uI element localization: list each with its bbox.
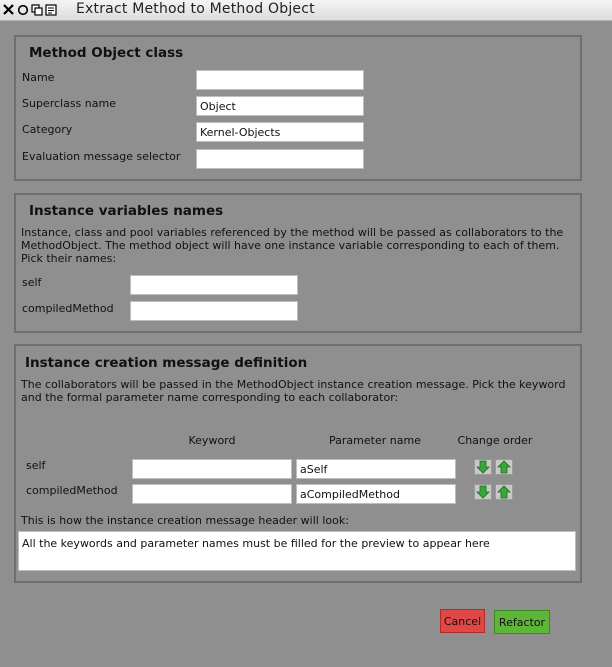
self-variable-label: self — [22, 276, 42, 289]
self-move-down-button[interactable] — [474, 459, 492, 475]
evaluation-selector-label: Evaluation message selector — [22, 150, 181, 163]
evaluation-selector-field[interactable] — [196, 149, 364, 169]
window-titlebar: Extract Method to Method Object — [0, 0, 612, 21]
self-move-up-button[interactable] — [495, 459, 513, 475]
refactor-button[interactable]: Refactor — [494, 610, 550, 634]
close-icon[interactable] — [2, 3, 15, 16]
category-label: Category — [22, 123, 73, 136]
menu-icon[interactable] — [44, 3, 57, 16]
window-controls — [2, 3, 57, 17]
self-row-label: self — [26, 459, 46, 472]
minimize-icon[interactable] — [16, 3, 29, 16]
arrow-up-icon — [497, 485, 511, 499]
keyword-column-header: Keyword — [188, 434, 236, 447]
method-object-class-title: Method Object class — [29, 45, 184, 61]
arrow-down-icon — [476, 485, 490, 499]
preview-label: This is how the instance creation messag… — [21, 514, 349, 527]
self-variable-field[interactable] — [130, 275, 298, 295]
window-title: Extract Method to Method Object — [76, 1, 315, 17]
compiledmethod-move-down-button[interactable] — [474, 484, 492, 500]
arrow-down-icon — [476, 460, 490, 474]
compiledmethod-variable-label: compiledMethod — [22, 302, 114, 315]
superclass-name-field[interactable] — [196, 96, 364, 116]
name-label: Name — [22, 71, 55, 84]
compiledmethod-row-label: compiledMethod — [26, 484, 118, 497]
creation-message-description: The collaborators will be passed in the … — [21, 378, 566, 404]
expand-icon[interactable] — [30, 3, 43, 16]
category-field[interactable] — [196, 122, 364, 142]
instance-variables-description: Instance, class and pool variables refer… — [21, 226, 564, 265]
self-keyword-field[interactable] — [132, 459, 292, 479]
compiledmethod-parameter-field[interactable] — [296, 484, 456, 504]
creation-message-title: Instance creation message definition — [25, 355, 308, 371]
order-column-header: Change order — [457, 434, 533, 447]
arrow-up-icon — [497, 460, 511, 474]
superclass-name-label: Superclass name — [22, 97, 116, 110]
compiledmethod-variable-field[interactable] — [130, 301, 298, 321]
parameter-column-header: Parameter name — [329, 434, 421, 447]
name-field[interactable] — [196, 70, 364, 90]
compiledmethod-keyword-field[interactable] — [132, 484, 292, 504]
instance-variables-title: Instance variables names — [29, 203, 224, 219]
compiledmethod-move-up-button[interactable] — [495, 484, 513, 500]
self-parameter-field[interactable] — [296, 459, 456, 479]
cancel-button[interactable]: Cancel — [440, 609, 485, 633]
message-preview: All the keywords and parameter names mus… — [18, 531, 576, 571]
